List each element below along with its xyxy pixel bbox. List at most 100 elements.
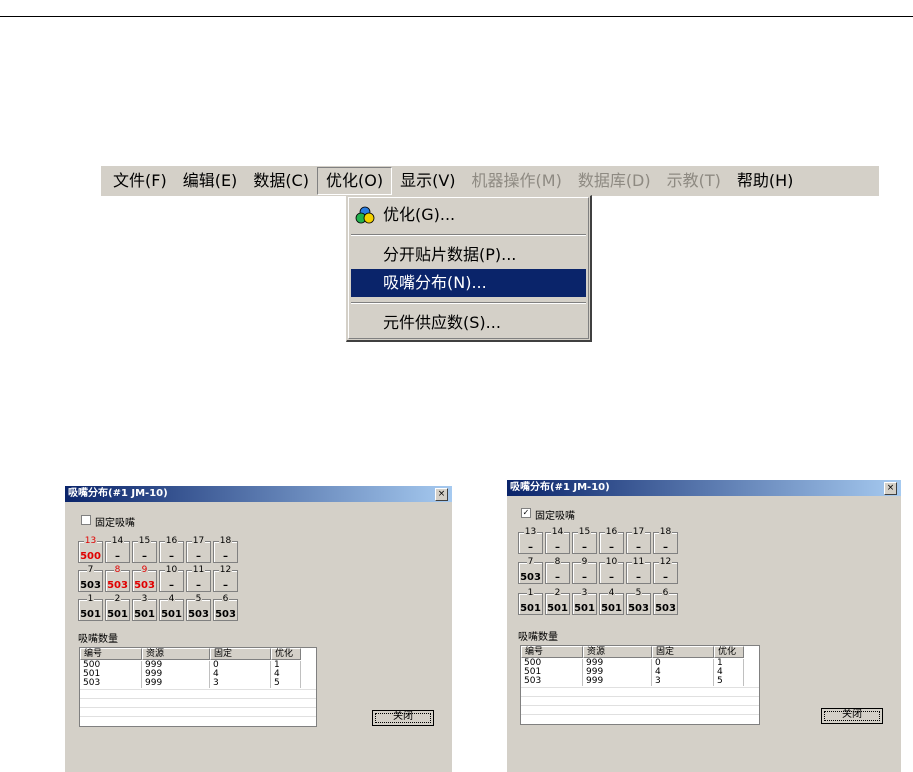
- fixed-nozzle-checkbox[interactable]: ✓: [521, 508, 531, 518]
- nozzle-count-table[interactable]: 编号 资源 固定 优化 500 999 0 1 501 999 4 4 503 …: [79, 647, 317, 727]
- nozzle-cell-2[interactable]: 2 501: [105, 594, 130, 621]
- nozzle-cell-16[interactable]: 16 –: [599, 527, 624, 554]
- nozzle-cell-9[interactable]: 9 –: [572, 557, 597, 584]
- nozzle-cell-6[interactable]: 6 503: [213, 594, 238, 621]
- nozzle-cell-11[interactable]: 11 –: [626, 557, 651, 584]
- nozzle-cell-7[interactable]: 7 503: [518, 557, 543, 584]
- dropdown-item-feeder[interactable]: 元件供应数(S)...: [351, 309, 586, 337]
- nozzle-number: 4: [167, 594, 176, 604]
- col-header-fixed[interactable]: 固定: [210, 648, 271, 660]
- nozzle-cell-3[interactable]: 3 501: [132, 594, 157, 621]
- nozzle-dialog-right: 吸嘴分布(#1 JM-10) × ✓ 固定吸嘴 13 – 14 – 15 – 1…: [507, 480, 901, 772]
- col-header-id[interactable]: 编号: [80, 648, 142, 660]
- table-header: 编号 资源 固定 优化: [80, 648, 301, 660]
- nozzle-value: –: [663, 542, 668, 553]
- menu-teach[interactable]: 示教(T): [659, 168, 729, 194]
- nozzle-cell-4[interactable]: 4 501: [599, 588, 624, 615]
- nozzle-cell-5[interactable]: 5 503: [626, 588, 651, 615]
- nozzle-cell-10[interactable]: 10 –: [159, 565, 184, 592]
- nozzle-cell-12[interactable]: 12 –: [653, 557, 678, 584]
- nozzle-cell-3[interactable]: 3 501: [572, 588, 597, 615]
- close-icon[interactable]: ×: [884, 482, 897, 495]
- cell-fixed: 4: [210, 670, 271, 679]
- menu-help[interactable]: 帮助(H): [729, 168, 802, 194]
- nozzle-value: 501: [80, 609, 101, 620]
- grid-line: [80, 698, 316, 699]
- nozzle-cell-5[interactable]: 5 503: [186, 594, 211, 621]
- nozzle-cell-17[interactable]: 17 –: [626, 527, 651, 554]
- nozzle-value: 503: [80, 580, 101, 591]
- table-row[interactable]: 500 999 0 1: [80, 661, 301, 670]
- nozzle-cell-15[interactable]: 15 –: [572, 527, 597, 554]
- menu-database[interactable]: 数据库(D): [570, 168, 659, 194]
- menu-optimize[interactable]: 优化(O): [316, 167, 393, 195]
- nozzle-cell-18[interactable]: 18 –: [213, 536, 238, 563]
- nozzle-count-label: 吸嘴数量: [78, 634, 118, 645]
- table-row[interactable]: 501 999 4 4: [80, 670, 301, 679]
- dropdown-item-split[interactable]: 分开贴片数据(P)...: [351, 241, 586, 269]
- nozzle-cell-8[interactable]: 8 503: [105, 565, 130, 592]
- menu-file[interactable]: 文件(F): [105, 168, 175, 194]
- col-header-resource[interactable]: 资源: [142, 648, 210, 660]
- col-header-optimized[interactable]: 优化: [714, 646, 744, 658]
- nozzle-value: 501: [601, 603, 622, 614]
- menu-view[interactable]: 显示(V): [392, 168, 463, 194]
- col-header-fixed[interactable]: 固定: [652, 646, 714, 658]
- nozzle-number: 18: [218, 536, 233, 546]
- nozzle-number: 11: [191, 565, 206, 575]
- dialog-title-bar: 吸嘴分布(#1 JM-10) ×: [507, 480, 901, 496]
- nozzle-cell-8[interactable]: 8 –: [545, 557, 570, 584]
- nozzle-cell-17[interactable]: 17 –: [186, 536, 211, 563]
- nozzle-value: –: [555, 572, 560, 583]
- menu-data[interactable]: 数据(C): [245, 168, 317, 194]
- cell-fixed: 3: [210, 679, 271, 688]
- dropdown-item-nozzle[interactable]: 吸嘴分布(N)...: [351, 269, 586, 297]
- nozzle-cell-4[interactable]: 4 501: [159, 594, 184, 621]
- nozzle-value: –: [636, 572, 641, 583]
- table-row[interactable]: 500 999 0 1: [521, 659, 744, 668]
- nozzle-cell-10[interactable]: 10 –: [599, 557, 624, 584]
- nozzle-number: 10: [164, 565, 179, 575]
- nozzle-cell-14[interactable]: 14 –: [105, 536, 130, 563]
- nozzle-value: –: [663, 572, 668, 583]
- nozzle-cell-12[interactable]: 12 –: [213, 565, 238, 592]
- table-row[interactable]: 503 999 3 5: [521, 677, 744, 686]
- nozzle-number: 7: [86, 565, 95, 575]
- nozzle-cell-11[interactable]: 11 –: [186, 565, 211, 592]
- nozzle-cell-13[interactable]: 13 –: [518, 527, 543, 554]
- fixed-nozzle-checkbox[interactable]: [81, 515, 91, 525]
- nozzle-cell-1[interactable]: 1 501: [78, 594, 103, 621]
- nozzle-number: 17: [631, 527, 646, 537]
- close-button[interactable]: 关闭: [372, 710, 434, 726]
- nozzle-cell-1[interactable]: 1 501: [518, 588, 543, 615]
- nozzle-number: 14: [110, 536, 125, 546]
- nozzle-cell-18[interactable]: 18 –: [653, 527, 678, 554]
- col-header-id[interactable]: 编号: [521, 646, 583, 658]
- nozzle-count-table[interactable]: 编号 资源 固定 优化 500 999 0 1 501 999 4 4 503 …: [520, 645, 760, 725]
- nozzle-value: –: [196, 580, 201, 591]
- nozzle-cell-13[interactable]: 13 500: [78, 536, 103, 563]
- close-icon[interactable]: ×: [435, 488, 448, 501]
- table-row[interactable]: 503 999 3 5: [80, 679, 301, 688]
- nozzle-cell-7[interactable]: 7 503: [78, 565, 103, 592]
- menu-machine-ops[interactable]: 机器操作(M): [464, 168, 570, 194]
- grid-line: [521, 687, 759, 688]
- cell-id: 503: [80, 679, 142, 688]
- nozzle-cell-14[interactable]: 14 –: [545, 527, 570, 554]
- table-row[interactable]: 501 999 4 4: [521, 668, 744, 677]
- nozzle-cell-16[interactable]: 16 –: [159, 536, 184, 563]
- nozzle-number: 5: [634, 588, 643, 598]
- nozzle-cell-15[interactable]: 15 –: [132, 536, 157, 563]
- close-button[interactable]: 关闭: [821, 708, 883, 724]
- nozzle-number: 10: [604, 557, 619, 567]
- menu-edit[interactable]: 编辑(E): [175, 168, 246, 194]
- col-header-resource[interactable]: 资源: [583, 646, 652, 658]
- dropdown-label-optimize: 优化(G)...: [383, 205, 456, 224]
- dropdown-item-optimize[interactable]: 优化(G)...: [351, 201, 586, 229]
- nozzle-value: 501: [134, 609, 155, 620]
- nozzle-cell-9[interactable]: 9 503: [132, 565, 157, 592]
- col-header-optimized[interactable]: 优化: [271, 648, 301, 660]
- nozzle-cell-6[interactable]: 6 503: [653, 588, 678, 615]
- nozzle-cell-2[interactable]: 2 501: [545, 588, 570, 615]
- nozzle-number: 3: [140, 594, 149, 604]
